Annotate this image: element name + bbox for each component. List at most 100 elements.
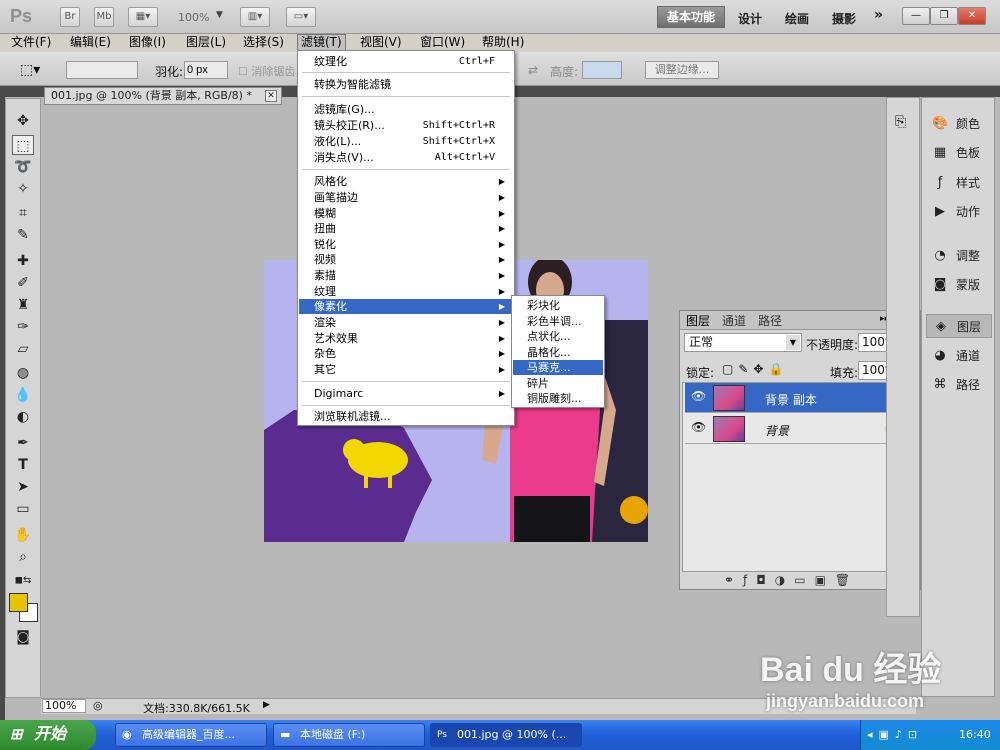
workspace-design[interactable]: 设计: [738, 10, 762, 27]
filter-last-texturizer[interactable]: 纹理化 Ctrl+F: [299, 54, 513, 69]
menu-select[interactable]: 选择(S): [240, 34, 287, 51]
start-button[interactable]: ⊞ 开始: [0, 720, 96, 750]
feather-input[interactable]: [184, 61, 228, 79]
pixelate-color-halftone[interactable]: 彩色半调...: [513, 314, 603, 329]
eye-icon[interactable]: 👁: [691, 420, 706, 434]
workspace-photography[interactable]: 摄影: [832, 10, 856, 27]
pixelate-pointillize[interactable]: 点状化...: [513, 329, 603, 344]
close-document-icon[interactable]: ✕: [265, 90, 277, 102]
menu-help[interactable]: 帮助(H): [479, 34, 527, 51]
status-arrow-icon[interactable]: ▶: [263, 700, 270, 710]
clone-stamp-tool-icon[interactable]: ♜: [12, 295, 34, 315]
workspace-essentials[interactable]: 基本功能: [657, 6, 725, 28]
layer-row[interactable]: 👁 背景 🔒: [685, 414, 909, 444]
taskbar-task-explorer[interactable]: ▬ 本地磁盘 (F:): [273, 723, 425, 747]
foreground-color-swatch[interactable]: [9, 593, 28, 612]
panel-swatches[interactable]: ▦ 色板: [926, 141, 992, 165]
eraser-tool-icon[interactable]: ▱: [12, 339, 34, 359]
filter-artistic[interactable]: 艺术效果 ▶: [299, 331, 513, 346]
layer-row[interactable]: 👁 背景 副本: [685, 383, 909, 413]
paint-bucket-tool-icon[interactable]: ◍: [12, 363, 34, 383]
panel-channels[interactable]: ◕ 通道: [926, 344, 992, 368]
rectangular-marquee-tool-icon[interactable]: ⬚: [12, 135, 34, 155]
menu-filter[interactable]: 滤镜(T): [297, 34, 346, 51]
default-colors-icon[interactable]: ◼⇆: [12, 571, 34, 591]
arrange-documents-button[interactable]: ▥▾: [240, 7, 270, 27]
hand-tool-icon[interactable]: ✋: [12, 525, 34, 545]
quick-selection-tool-icon[interactable]: ✧: [12, 179, 34, 199]
filter-distort[interactable]: 扭曲 ▶: [299, 221, 513, 236]
filter-noise[interactable]: 杂色 ▶: [299, 346, 513, 361]
brush-tool-icon[interactable]: ✐: [12, 273, 34, 293]
filter-sharpen[interactable]: 锐化 ▶: [299, 237, 513, 252]
tray-icons[interactable]: ◂▣♪⊡: [867, 728, 923, 741]
tab-paths[interactable]: 路径: [758, 313, 782, 329]
lasso-tool-icon[interactable]: ➰: [12, 157, 34, 177]
close-button[interactable]: ✕: [958, 7, 986, 25]
pixelate-mezzotint[interactable]: 铜版雕刻...: [513, 391, 603, 406]
status-info-icon[interactable]: ◎: [93, 699, 103, 712]
view-extras-button[interactable]: ▦▾: [128, 7, 158, 27]
filter-texture[interactable]: 纹理 ▶: [299, 284, 513, 299]
quick-mask-icon[interactable]: ◙: [12, 627, 34, 647]
blend-mode-select[interactable]: 正常 ▼: [684, 333, 802, 352]
menu-layer[interactable]: 图层(L): [183, 34, 229, 51]
menu-edit[interactable]: 编辑(E): [67, 34, 114, 51]
lock-icons[interactable]: ▢✎✥🔒: [722, 362, 788, 376]
tab-channels[interactable]: 通道: [722, 313, 746, 329]
filter-render[interactable]: 渲染 ▶: [299, 315, 513, 330]
bridge-button[interactable]: Br: [60, 7, 80, 27]
restore-button[interactable]: ❐: [930, 7, 958, 25]
move-tool-icon[interactable]: ✥: [12, 111, 34, 131]
marquee-preset-icon[interactable]: ⬚▾: [20, 62, 40, 78]
status-zoom-input[interactable]: 100%: [42, 699, 86, 713]
minimize-button[interactable]: —: [902, 7, 930, 25]
swap-icon[interactable]: ⇄: [528, 63, 538, 77]
crop-tool-icon[interactable]: ⌗: [12, 203, 34, 223]
pixelate-fragment[interactable]: 碎片: [513, 376, 603, 391]
filter-other[interactable]: 其它 ▶: [299, 362, 513, 377]
workspace-painting[interactable]: 绘画: [785, 10, 809, 27]
pixelate-crystallize[interactable]: 晶格化...: [513, 345, 603, 360]
zoom-tool-icon[interactable]: ⌕: [12, 547, 34, 567]
document-tab[interactable]: 001.jpg @ 100% (背景 副本, RGB/8) * ✕: [44, 87, 282, 105]
filter-stylize[interactable]: 风格化 ▶: [299, 174, 513, 189]
taskbar-task-browser[interactable]: ◉ 高级编辑器_百度...: [115, 723, 267, 747]
eyedropper-tool-icon[interactable]: ✎: [12, 225, 34, 245]
tab-layers[interactable]: 图层: [686, 313, 710, 329]
filter-sketch[interactable]: 素描 ▶: [299, 268, 513, 283]
antialias-checkbox[interactable]: ☐ 消除锯齿: [238, 63, 295, 79]
menu-image[interactable]: 图像(I): [126, 34, 169, 51]
refine-edge-button[interactable]: 调整边缘...: [645, 61, 719, 79]
filter-blur[interactable]: 模糊 ▶: [299, 206, 513, 221]
pixelate-mosaic[interactable]: 马赛克...: [513, 360, 603, 375]
menu-window[interactable]: 窗口(W): [417, 34, 468, 51]
layer-name[interactable]: 背景: [765, 422, 789, 439]
height-input[interactable]: [582, 61, 622, 79]
filter-digimarc[interactable]: Digimarc ▶: [299, 386, 513, 401]
panel-color[interactable]: 🎨 颜色: [926, 112, 992, 136]
filter-lens-correction[interactable]: 镜头校正(R)... Shift+Ctrl+R: [299, 118, 513, 133]
layer-actions-toolbar[interactable]: ⚭ƒ◘◑▭▣🗑: [724, 573, 859, 587]
clock[interactable]: 16:40: [959, 728, 991, 741]
panel-adjustments[interactable]: ◔ 调整: [926, 244, 992, 268]
menu-file[interactable]: 文件(F): [8, 34, 54, 51]
mini-bridge-button[interactable]: Mb: [94, 7, 114, 27]
zoom-dropdown-icon[interactable]: ▼: [216, 10, 223, 20]
pen-tool-icon[interactable]: ✒: [12, 433, 34, 453]
blur-tool-icon[interactable]: 💧: [12, 385, 34, 405]
more-workspaces-button[interactable]: »: [874, 7, 883, 23]
panel-layers[interactable]: ◈ 图层: [926, 314, 992, 338]
dodge-tool-icon[interactable]: ◐: [12, 407, 34, 427]
filter-video[interactable]: 视频 ▶: [299, 252, 513, 267]
filter-pixelate[interactable]: 像素化 ▶: [299, 299, 513, 314]
menu-view[interactable]: 视图(V): [357, 34, 405, 51]
healing-brush-tool-icon[interactable]: ✚: [12, 251, 34, 271]
path-selection-tool-icon[interactable]: ➤: [12, 477, 34, 497]
selection-mode-buttons[interactable]: [66, 61, 138, 79]
history-brush-tool-icon[interactable]: ✑: [12, 317, 34, 337]
screen-mode-button[interactable]: ▭▾: [286, 7, 316, 27]
panel-actions[interactable]: ▶ 动作: [926, 200, 992, 224]
rectangle-tool-icon[interactable]: ▭: [12, 499, 34, 519]
panel-styles[interactable]: ƒ 样式: [926, 171, 992, 195]
